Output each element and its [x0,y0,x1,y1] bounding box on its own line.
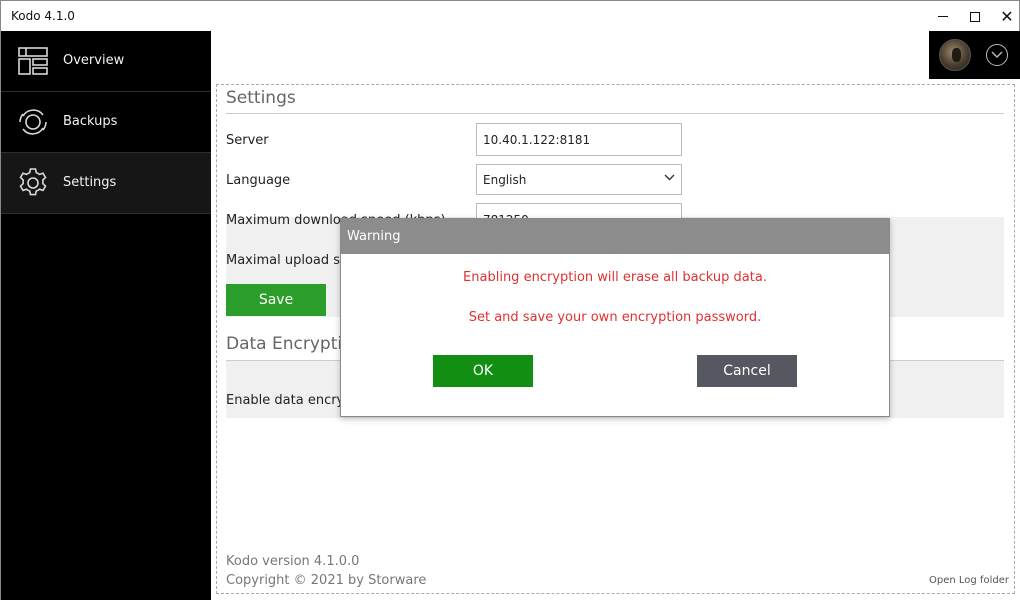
save-button[interactable]: Save [226,284,326,316]
warning-dialog: Warning Enabling encryption will erase a… [340,218,890,417]
sidebar-item-overview[interactable]: Overview [1,31,211,92]
avatar[interactable] [939,39,971,71]
title-bar: Kodo 4.1.0 ✕ [0,0,1020,31]
window-title: Kodo 4.1.0 [11,9,75,23]
chevron-down-icon [664,174,675,181]
dialog-message-password: Set and save your own encryption passwor… [468,310,762,325]
cancel-button[interactable]: Cancel [697,355,797,387]
close-icon: ✕ [1000,6,1014,26]
server-label: Server [226,133,269,148]
user-menu-button[interactable] [986,44,1008,66]
sidebar: Overview Backups Settings [0,31,211,600]
copyright-text: Copyright © 2021 by Storware [226,573,427,588]
language-value: English [483,172,527,187]
backup-sync-icon [19,109,47,135]
version-text: Kodo version 4.1.0.0 [226,554,360,569]
user-menu [929,31,1020,79]
sidebar-item-label: Backups [63,114,118,129]
avatar-figure [952,48,961,62]
close-button[interactable]: ✕ [991,1,1020,32]
chevron-down-icon [991,51,1003,58]
minimize-button[interactable] [927,1,959,32]
sidebar-item-label: Overview [63,53,125,68]
ok-button[interactable]: OK [433,355,533,387]
sidebar-item-backups[interactable]: Backups [1,92,211,153]
title-divider [226,113,1004,114]
sidebar-item-settings[interactable]: Settings [1,153,211,214]
minimize-icon [938,16,948,17]
page-title: Settings [226,88,296,108]
open-log-folder-link[interactable]: Open Log folder [929,575,1009,586]
dialog-title: Warning [341,219,889,254]
maximize-icon [970,11,980,22]
dashboard-icon [18,47,48,75]
sidebar-item-label: Settings [63,175,117,190]
maximize-button[interactable] [959,1,991,32]
language-select[interactable]: English [476,164,682,195]
language-label: Language [226,173,291,188]
dialog-message-erase: Enabling encryption will erase all backu… [463,270,767,285]
server-input[interactable] [476,123,682,156]
gear-icon [19,168,47,196]
